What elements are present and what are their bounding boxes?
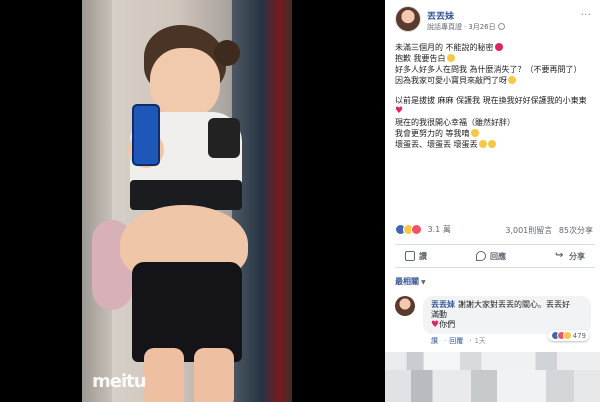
blurred-content [385,352,600,402]
page-category[interactable]: 說話專頁證 [427,23,462,31]
share-icon: ↪ [555,250,564,261]
wow-reaction-icon [562,331,572,340]
post-line: 未滿三個月的 不能說的秘密 [395,43,494,52]
share-count[interactable]: 85次分享 [559,226,593,235]
photo-wall [82,0,112,402]
photo-leg-right [194,348,234,402]
post-paragraph: 以前是拔拔 麻麻 保護我 現在換我好好保護我的小東東 ♥ 現在的我很開心幸福（雖… [395,95,595,150]
comment-label: 回應 [490,251,506,261]
action-bar: 讚 回應 ↪ 分享 [395,244,595,268]
reaction-count[interactable]: 3.1 萬 [428,225,451,234]
post-line: 因為我家可愛小寶貝來敲門了呀 [395,76,507,85]
post-line: 壞蛋丟、壞蛋丟 壞蛋丟 [395,140,478,149]
photo-phone [132,104,160,166]
like-label: 讚 [419,251,427,261]
emoji-icon [508,76,516,84]
comment-count[interactable]: 3,001則留言 [505,226,552,235]
comment-bubble: 丟丟妹 謝謝大家對丟丟的關心。丟丟好 滿動 ♥你們 [423,296,591,334]
comment-button[interactable]: 回應 [476,251,506,262]
commenter-name[interactable]: 丟丟妹 [431,300,455,309]
post-line: 現在的我很開心幸福（雖然好胖） [395,118,515,127]
share-button[interactable]: ↪ 分享 [555,251,585,262]
emoji-icon [487,140,496,148]
sort-label: 最相關 [395,277,419,286]
chevron-down-icon: ▼ [421,279,426,286]
photo-sleeve [208,118,240,158]
post-header: 丟丟妹 說話專頁證 · 3月26日 ··· [395,6,595,34]
screen: meitu 丟丟妹 說話專頁證 · 3月26日 ··· 未滿三個月的 不能說的秘密 … [0,0,600,402]
comment-reactions[interactable]: 479 [547,330,589,341]
post-line: 以前是拔拔 麻麻 保護我 現在換我好好保護我的小東東 [395,96,587,105]
post-stats: 3,001則留言 85次分享 [501,225,593,236]
comment-reply-link[interactable]: 回覆 [449,337,463,345]
comment-like-link[interactable]: 讚 [431,337,438,345]
photo-face [150,48,220,118]
photo-watermark: meitu [92,371,147,392]
comment-actions: 讚 · 回覆 · 1天 [431,337,486,345]
photo-hair-bun [214,40,240,66]
post-photo[interactable]: meitu [0,0,385,402]
love-reaction-icon[interactable] [411,224,422,235]
globe-icon [497,23,505,30]
comment-time[interactable]: 1天 [474,337,485,345]
like-button[interactable]: 讚 [405,251,427,262]
comment-text-2: 滿動 [431,310,447,319]
commenter-avatar[interactable] [395,296,415,316]
comment-sort-dropdown[interactable]: 最相關 ▼ [395,276,426,287]
heart-icon: ♥ [431,320,440,330]
post-date[interactable]: 3月26日 [468,23,495,31]
comment-item: 丟丟妹 謝謝大家對丟丟的關心。丟丟好 滿動 ♥你們 479 讚 · 回覆 · 1天 [395,296,595,356]
more-options-icon[interactable]: ··· [581,8,592,21]
author-avatar[interactable] [395,6,421,32]
photo-image: meitu [82,0,292,402]
comment-reaction-count: 479 [572,331,586,340]
emoji-icon [478,140,487,148]
post-text: 未滿三個月的 不能說的秘密 抱歉 我要告白 好多人好多人在問我 為什麼消失了？（… [395,42,595,159]
thumbs-up-icon [405,251,415,261]
reactions-bar: 3.1 萬 3,001則留言 85次分享 [395,224,595,238]
heart-icon: ♥ [395,106,404,116]
emoji-icon [470,129,479,137]
post-line: 好多人好多人在問我 為什麼消失了？（不要再問了） [395,65,582,74]
comment-text-3: 你們 [439,320,456,329]
emoji-icon [446,54,455,62]
share-label: 分享 [569,251,585,261]
author-name[interactable]: 丟丟妹 [427,9,454,22]
post-panel: 丟丟妹 說話專頁證 · 3月26日 ··· 未滿三個月的 不能說的秘密 抱歉 我要告… [385,0,600,402]
post-subtitle: 說話專頁證 · 3月26日 [427,22,505,32]
comment-icon [476,251,486,261]
photo-shorts [132,262,242,362]
photo-leg-left [144,348,184,402]
comment-text: 謝謝大家對丟丟的關心。丟丟好 [458,300,570,309]
post-paragraph: 未滿三個月的 不能說的秘密 抱歉 我要告白 好多人好多人在問我 為什麼消失了？（… [395,42,595,86]
emoji-icon [494,43,503,51]
post-line: 我會更努力的 等我唷 [395,129,470,138]
post-line: 抱歉 我要告白 [395,54,446,63]
